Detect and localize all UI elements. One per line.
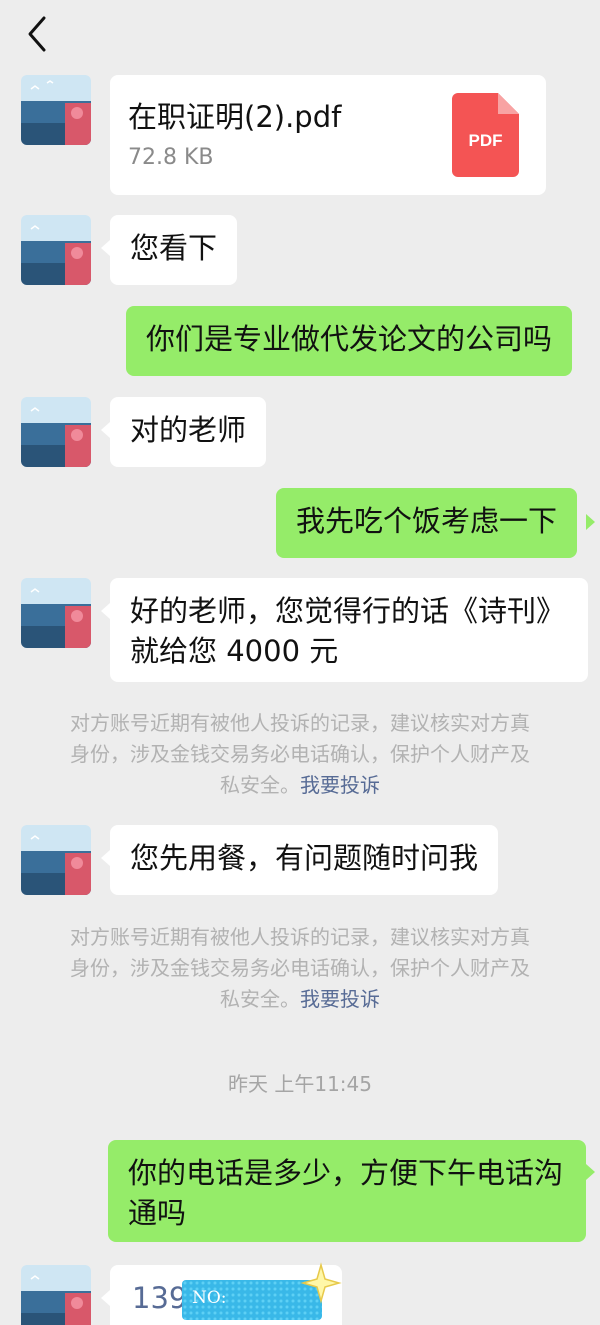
- bubble-tail: [101, 1290, 110, 1306]
- avatar[interactable]: [21, 1265, 91, 1325]
- warning-line: 对方账号近期有被他人投诉的记录，建议核实对方真: [70, 925, 530, 949]
- message-bubble-outgoing[interactable]: 我先吃个饭考虑一下: [276, 488, 578, 558]
- bubble-tail: [101, 240, 110, 256]
- top-bar: [0, 0, 600, 72]
- message-bubble-incoming[interactable]: 您先用餐，有问题随时问我: [110, 825, 499, 895]
- message-timestamp: 昨天 上午11:45: [228, 1072, 372, 1096]
- pdf-file-icon: PDF: [452, 93, 519, 177]
- file-size: 72.8 KB: [128, 145, 214, 170]
- warning-text: 私安全。: [220, 773, 300, 797]
- file-message-card[interactable]: 在职证明(2).pdf 72.8 KB PDF: [110, 75, 546, 195]
- bubble-tail: [586, 1164, 595, 1180]
- message-line: 就给您 4000 元: [130, 634, 339, 668]
- message-bubble-incoming[interactable]: 好的老师，您觉得行的话《诗刊》 就给您 4000 元: [110, 578, 588, 682]
- avatar[interactable]: [21, 397, 91, 467]
- message-bubble-outgoing[interactable]: 你的电话是多少，方便下午电话沟 通吗: [108, 1140, 586, 1242]
- avatar[interactable]: [21, 75, 91, 145]
- avatar[interactable]: [21, 215, 91, 285]
- avatar[interactable]: [21, 578, 91, 648]
- warning-line: 身份，涉及金钱交易务必电话确认，保护个人财产及: [70, 742, 530, 766]
- message-bubble-incoming[interactable]: 对的老师: [110, 397, 267, 467]
- report-link[interactable]: 我要投诉: [300, 773, 380, 797]
- warning-text: 私安全。: [220, 987, 300, 1011]
- security-warning-notice: 对方账号近期有被他人投诉的记录，建议核实对方真 身份，涉及金钱交易务必电话确认，…: [0, 708, 600, 801]
- star-icon: [300, 1262, 342, 1304]
- message-bubble-incoming[interactable]: 您看下: [110, 215, 238, 285]
- file-name: 在职证明(2).pdf: [128, 100, 342, 134]
- bubble-tail: [101, 422, 110, 438]
- bubble-tail: [101, 603, 110, 619]
- warning-line: 私安全。我要投诉: [4, 984, 596, 1015]
- message-line: 好的老师，您觉得行的话《诗刊》: [130, 594, 566, 628]
- warning-line: 私安全。我要投诉: [4, 770, 596, 801]
- phone-number[interactable]: 139: [132, 1281, 187, 1315]
- message-line: 通吗: [128, 1196, 187, 1230]
- warning-line: 对方账号近期有被他人投诉的记录，建议核实对方真: [70, 711, 530, 735]
- bubble-tail: [101, 850, 110, 866]
- message-line: 你的电话是多少，方便下午电话沟: [128, 1156, 564, 1190]
- security-warning-notice: 对方账号近期有被他人投诉的记录，建议核实对方真 身份，涉及金钱交易务必电话确认，…: [0, 922, 600, 1015]
- pdf-badge-label: PDF: [468, 131, 503, 150]
- redaction-text: NO:: [192, 1288, 227, 1308]
- avatar[interactable]: [21, 825, 91, 895]
- message-bubble-outgoing[interactable]: 你们是专业做代发论文的公司吗: [126, 306, 573, 376]
- bubble-tail: [586, 514, 595, 530]
- warning-line: 身份，涉及金钱交易务必电话确认，保护个人财产及: [70, 956, 530, 980]
- report-link[interactable]: 我要投诉: [300, 987, 380, 1011]
- chevron-left-icon[interactable]: [18, 14, 58, 54]
